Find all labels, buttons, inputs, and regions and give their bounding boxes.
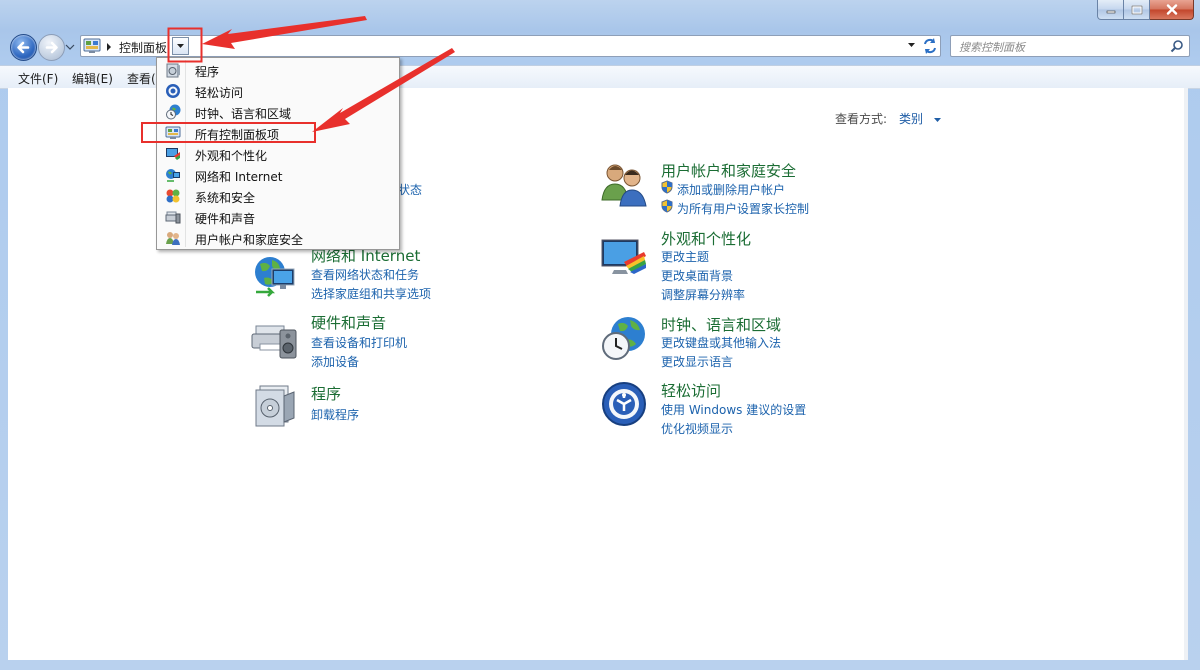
navigation-bar: 控制面板: [0, 32, 1200, 61]
title-bar-buttons: [1097, 0, 1194, 20]
system-security-icon: [166, 189, 180, 203]
dropdown-item-appearance[interactable]: 外观和个性化: [159, 144, 397, 165]
dropdown-item-network[interactable]: 网络和 Internet: [159, 165, 397, 186]
appearance-link-2[interactable]: 调整屏幕分辨率: [661, 286, 745, 303]
dropdown-item-label: 系统和安全: [195, 191, 256, 205]
programs-title[interactable]: 程序: [311, 383, 341, 404]
dropdown-item-system-security[interactable]: 系统和安全: [159, 186, 397, 207]
appearance-title[interactable]: 外观和个性化: [661, 228, 751, 249]
refresh-button[interactable]: [919, 35, 941, 57]
ease-title[interactable]: 轻松访问: [661, 380, 721, 401]
breadcrumb-dropdown-button[interactable]: [172, 37, 189, 55]
minimize-icon: [1106, 10, 1115, 13]
maximize-button[interactable]: [1124, 0, 1150, 20]
clock-link-1[interactable]: 更改显示语言: [661, 353, 733, 370]
appearance-icon[interactable]: [600, 234, 648, 282]
ease-link-1[interactable]: 优化视频显示: [661, 420, 733, 437]
maximize-icon: [1131, 5, 1142, 14]
back-arrow-icon: [17, 41, 30, 54]
chevron-down-icon: [177, 44, 184, 48]
programs-link-0[interactable]: 卸载程序: [311, 406, 359, 423]
users-icon[interactable]: [600, 160, 648, 208]
dropdown-item-label: 外观和个性化: [195, 149, 268, 163]
forward-arrow-icon: [45, 41, 58, 54]
users-title[interactable]: 用户帐户和家庭安全: [661, 160, 796, 181]
system-security-link-partial[interactable]: 状态: [398, 181, 422, 198]
address-bar[interactable]: 控制面板: [80, 35, 941, 57]
network-globe-icon[interactable]: [250, 252, 298, 300]
network-link-0[interactable]: 查看网络状态和任务: [311, 266, 419, 283]
menu-file[interactable]: 文件(F): [18, 70, 58, 87]
hardware-title[interactable]: 硬件和声音: [311, 312, 386, 333]
forward-button[interactable]: [38, 34, 65, 61]
dropdown-item-label: 用户帐户和家庭安全: [195, 233, 304, 247]
ease-of-access-icon[interactable]: [600, 380, 648, 428]
dropdown-item-label: 轻松访问: [195, 86, 244, 100]
users-link-1[interactable]: 为所有用户设置家长控制: [677, 200, 809, 217]
hardware-printer-icon[interactable]: [250, 314, 298, 362]
dropdown-item-label: 时钟、语言和区域: [195, 107, 292, 121]
users-link-0[interactable]: 添加或删除用户帐户: [677, 181, 785, 198]
recent-pages-chevron-icon[interactable]: [65, 41, 75, 53]
breadcrumb-control-panel[interactable]: 控制面板: [119, 39, 167, 56]
ease-link-0[interactable]: 使用 Windows 建议的设置: [661, 401, 806, 418]
clock-globe-icon[interactable]: [600, 314, 648, 362]
control-panel-icon: [165, 126, 181, 139]
search-box[interactable]: [950, 35, 1190, 57]
appearance-icon: [166, 148, 180, 160]
view-by-label: 查看方式:: [835, 112, 888, 126]
dropdown-item-all-control-panel-items[interactable]: 所有控制面板项: [159, 123, 397, 144]
hardware-icon: [165, 211, 181, 224]
minimize-button[interactable]: [1097, 0, 1124, 20]
view-by-value: 类别: [899, 112, 924, 126]
programs-icon: [166, 63, 180, 78]
uac-shield-icon: [661, 180, 673, 194]
dropdown-item-programs[interactable]: 程序: [159, 60, 397, 81]
menu-view[interactable]: 查看(: [127, 70, 156, 87]
breadcrumb-dropdown-menu: 程序 轻松访问 时钟、语言和区域 所有控制面板项 外观和个性化 网络和 Inte…: [156, 57, 400, 250]
clock-globe-icon: [166, 104, 181, 120]
search-input[interactable]: [957, 38, 1161, 56]
dropdown-item-label: 硬件和声音: [195, 212, 256, 226]
dropdown-item-label: 网络和 Internet: [195, 170, 283, 184]
network-link-1[interactable]: 选择家庭组和共享选项: [311, 285, 431, 302]
scrollbar[interactable]: [1184, 88, 1188, 660]
breadcrumb-separator-icon[interactable]: [105, 42, 113, 52]
control-panel-icon: [83, 38, 101, 53]
dropdown-item-ease-of-access[interactable]: 轻松访问: [159, 81, 397, 102]
refresh-icon: [924, 38, 936, 54]
dropdown-item-hardware-sound[interactable]: 硬件和声音: [159, 207, 397, 228]
chevron-down-icon: [933, 118, 941, 122]
hardware-link-0[interactable]: 查看设备和打印机: [311, 334, 407, 351]
view-by-dropdown[interactable]: 类别: [899, 110, 942, 127]
dropdown-item-user-accounts[interactable]: 用户帐户和家庭安全: [159, 228, 397, 249]
dropdown-item-label: 程序: [195, 65, 220, 79]
close-button[interactable]: [1150, 0, 1194, 20]
clock-link-0[interactable]: 更改键盘或其他输入法: [661, 334, 781, 351]
dropdown-item-label: 所有控制面板项: [195, 128, 280, 142]
search-icon[interactable]: [1170, 39, 1184, 53]
hardware-link-1[interactable]: 添加设备: [311, 353, 359, 370]
uac-shield-icon: [661, 199, 673, 213]
users-icon: [166, 232, 180, 245]
menu-edit[interactable]: 编辑(E): [72, 70, 113, 87]
close-icon: [1166, 4, 1177, 15]
address-history-dropdown-icon[interactable]: [907, 42, 916, 48]
clock-title[interactable]: 时钟、语言和区域: [661, 314, 781, 335]
programs-icon[interactable]: [250, 380, 298, 428]
back-button[interactable]: [10, 34, 37, 61]
appearance-link-0[interactable]: 更改主题: [661, 248, 709, 265]
control-panel-window: 控制面板 文件(F) 编辑(E) 查看( 查看方式: 类: [0, 0, 1200, 670]
ease-of-access-icon: [166, 84, 180, 98]
appearance-link-1[interactable]: 更改桌面背景: [661, 267, 733, 284]
network-icon: [166, 169, 180, 182]
dropdown-item-clock-language-region[interactable]: 时钟、语言和区域: [159, 102, 397, 123]
